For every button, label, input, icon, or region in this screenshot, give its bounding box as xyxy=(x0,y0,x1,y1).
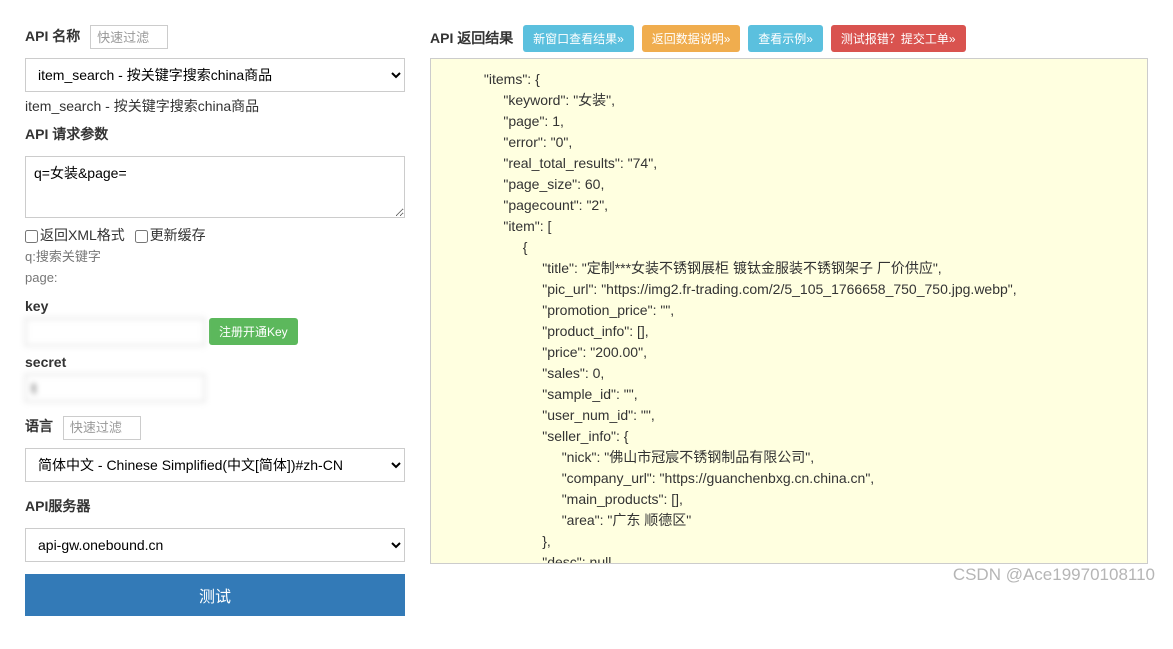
server-label: API服务器 xyxy=(25,496,90,516)
server-select[interactable]: api-gw.onebound.cn xyxy=(25,528,405,562)
api-name-subtext: item_search - 按关键字搜索china商品 xyxy=(25,96,405,116)
result-json: "items": { "keyword": "女装", "page": 1, "… xyxy=(445,71,1017,564)
secret-input[interactable] xyxy=(25,374,205,402)
chk-cache-label[interactable]: 更新缓存 xyxy=(135,227,206,243)
data-desc-button[interactable]: 返回数据说明» xyxy=(642,25,741,52)
key-input[interactable] xyxy=(25,318,205,346)
result-title: API 返回结果 xyxy=(430,30,513,46)
lang-label: 语言 xyxy=(25,416,53,436)
hint-q: q:搜索关键字 xyxy=(25,247,405,267)
chk-xml-label[interactable]: 返回XML格式 xyxy=(25,227,125,243)
api-name-filter[interactable] xyxy=(90,25,168,49)
new-window-button[interactable]: 新窗口查看结果» xyxy=(523,25,634,52)
api-name-label: API 名称 xyxy=(25,26,80,46)
chk-xml-text: 返回XML格式 xyxy=(40,227,125,243)
chk-cache[interactable] xyxy=(135,230,148,243)
test-button[interactable]: 测试 xyxy=(25,574,405,616)
lang-filter[interactable] xyxy=(63,416,141,440)
example-button[interactable]: 查看示例» xyxy=(748,25,823,52)
chk-cache-text: 更新缓存 xyxy=(150,227,206,243)
register-key-button[interactable]: 注册开通Key xyxy=(209,318,298,345)
chk-xml[interactable] xyxy=(25,230,38,243)
left-panel: API 名称 item_search - 按关键字搜索china商品 item_… xyxy=(25,25,405,624)
report-button[interactable]: 测试报错？提交工单» xyxy=(831,25,966,52)
lang-select[interactable]: 简体中文 - Chinese Simplified(中文[简体])#zh-CN xyxy=(25,448,405,482)
right-panel: API 返回结果 新窗口查看结果» 返回数据说明» 查看示例» 测试报错？提交工… xyxy=(430,25,1148,624)
api-params-textarea[interactable] xyxy=(25,156,405,218)
result-box[interactable]: "items": { "keyword": "女装", "page": 1, "… xyxy=(430,58,1148,564)
secret-label: secret xyxy=(25,354,66,370)
api-params-label: API 请求参数 xyxy=(25,124,108,144)
api-name-select[interactable]: item_search - 按关键字搜索china商品 xyxy=(25,58,405,92)
key-label: key xyxy=(25,298,48,314)
hint-page: page: xyxy=(25,268,405,288)
